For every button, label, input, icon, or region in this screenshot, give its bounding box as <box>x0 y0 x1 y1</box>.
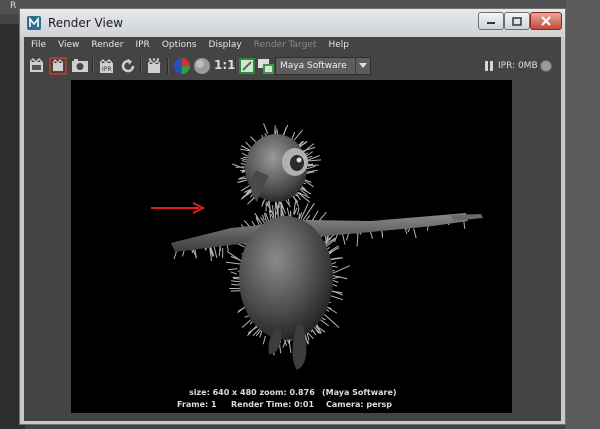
menu-bar: File View Render IPR Options Display Ren… <box>24 37 561 54</box>
refresh-icon[interactable] <box>119 57 137 75</box>
renderer-dropdown[interactable]: Maya Software <box>275 57 371 75</box>
maya-app-icon <box>27 16 41 30</box>
keep-image-icon[interactable] <box>238 57 256 75</box>
minimize-icon <box>487 22 495 24</box>
render-viewport[interactable]: size: 640 x 480 zoom: 0.876 (Maya Softwa… <box>71 80 512 413</box>
rendered-bird-image <box>171 123 483 370</box>
maximize-button[interactable] <box>504 12 530 30</box>
alpha-channel-icon[interactable] <box>193 57 211 75</box>
ipr-render-icon[interactable]: IPR <box>98 57 116 75</box>
render-region-icon[interactable] <box>49 57 67 75</box>
background-letter: R <box>10 1 17 11</box>
pause-icon[interactable] <box>484 59 494 73</box>
ipr-memory-status: IPR: 0MB <box>498 61 538 71</box>
render-time: Render Time: 0:01 <box>231 400 315 409</box>
render-frame-icon[interactable] <box>28 57 46 75</box>
ipr-status-indicator <box>540 60 552 72</box>
frame-number: Frame: 1 <box>177 400 217 409</box>
maximize-icon <box>512 16 522 26</box>
toolbar: IPR 1:1 Maya Software IPR: 0MB <box>24 54 561 78</box>
svg-text:IPR: IPR <box>102 66 112 73</box>
toolbar-separator <box>92 58 94 74</box>
render-settings-icon[interactable] <box>146 57 164 75</box>
menu-render-target: Render Target <box>253 40 317 50</box>
minimize-button[interactable] <box>478 12 504 30</box>
renderer-tag: (Maya Software) <box>322 388 397 397</box>
display-real-size-label[interactable]: 1:1 <box>214 58 236 72</box>
menu-ipr[interactable]: IPR <box>135 37 149 54</box>
render-size-zoom: size: 640 x 480 zoom: 0.876 <box>189 388 315 397</box>
render-view-window: Render View File View Render IPR Options… <box>19 8 566 425</box>
chevron-down-icon <box>359 63 367 68</box>
menu-view[interactable]: View <box>58 37 79 54</box>
annotation-arrow-icon <box>151 202 206 214</box>
toolbar-separator <box>140 58 142 74</box>
close-icon <box>541 16 551 26</box>
dropdown-arrow[interactable] <box>355 58 370 74</box>
camera-name: Camera: persp <box>326 400 392 409</box>
renderer-selected: Maya Software <box>280 61 347 71</box>
background-right-panel <box>566 0 600 429</box>
toolbar-separator <box>235 58 237 74</box>
menu-display[interactable]: Display <box>209 37 242 54</box>
menu-render[interactable]: Render <box>91 37 123 54</box>
snapshot-icon[interactable] <box>71 57 89 75</box>
remove-image-icon[interactable] <box>257 57 275 75</box>
toolbar-separator <box>167 58 169 74</box>
render-view-client: File View Render IPR Options Display Ren… <box>24 37 561 421</box>
menu-help[interactable]: Help <box>328 37 349 54</box>
title-bar[interactable]: Render View <box>20 9 565 37</box>
menu-file[interactable]: File <box>31 37 46 54</box>
close-button[interactable] <box>530 12 562 30</box>
window-title: Render View <box>48 16 124 30</box>
color-channel-icon[interactable] <box>173 57 191 75</box>
menu-options[interactable]: Options <box>162 37 197 54</box>
